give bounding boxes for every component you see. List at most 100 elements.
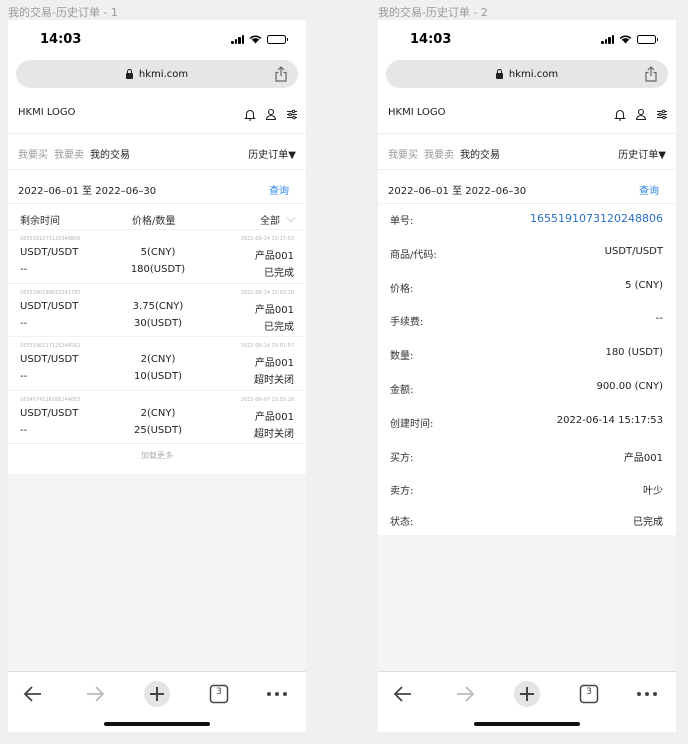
browser-url-area: hkmi.com bbox=[8, 58, 306, 94]
app-logo[interactable]: HKMI LOGO bbox=[18, 107, 76, 118]
frame-label: 我的交易-历史订单 - 1 bbox=[8, 6, 118, 19]
detail-value: 5 (CNY) bbox=[625, 279, 663, 291]
detail-label: 创建时间: bbox=[390, 418, 434, 430]
user-icon[interactable] bbox=[265, 106, 277, 121]
back-arrow-icon[interactable] bbox=[20, 681, 46, 707]
order-price: 2(CNY) bbox=[140, 354, 176, 365]
load-more-button[interactable]: 加载更多 bbox=[8, 444, 306, 474]
order-list-header: 剩余时间 价格/数量 全部 bbox=[8, 204, 306, 230]
detail-label: 手续费: bbox=[390, 317, 424, 329]
battery-icon bbox=[637, 34, 658, 44]
forward-arrow-icon[interactable] bbox=[82, 681, 108, 707]
column-price-quantity: 价格/数量 bbox=[132, 216, 176, 227]
battery-icon bbox=[267, 34, 288, 44]
order-time: 2022-06-07 11:55:16 bbox=[240, 396, 294, 403]
detail-value: 900.00 (CNY) bbox=[596, 380, 663, 392]
order-row[interactable]: 1655190117125246562 2022-06-14 15:01:57 … bbox=[8, 337, 306, 391]
date-filter-row: 2022–06–01 至 2022–06–30 查询 bbox=[8, 170, 306, 204]
tab-sell[interactable]: 我要卖 bbox=[424, 146, 454, 161]
order-price: 2(CNY) bbox=[140, 407, 176, 419]
tab-buy[interactable]: 我要买 bbox=[388, 146, 418, 161]
order-row[interactable]: 1655190190622241787 2022-06-14 15:03:10 … bbox=[8, 284, 306, 337]
detail-row-fee: 手续费: -- bbox=[378, 305, 676, 339]
detail-value: 2022-06-14 15:17:53 bbox=[556, 414, 663, 426]
home-indicator[interactable] bbox=[104, 722, 210, 726]
order-history-dropdown[interactable]: 历史订单▼ bbox=[248, 146, 296, 161]
detail-label: 商品/代码: bbox=[390, 249, 437, 261]
address-bar[interactable]: hkmi.com bbox=[16, 60, 298, 88]
settings-sliders-icon[interactable] bbox=[656, 106, 668, 120]
order-quantity: 30(USDT) bbox=[133, 317, 182, 329]
address-bar[interactable]: hkmi.com bbox=[386, 60, 668, 88]
browser-toolbar: 3 bbox=[8, 671, 306, 732]
detail-row-amount: 金额: 900.00 (CNY) bbox=[378, 373, 676, 407]
query-button[interactable]: 查询 bbox=[639, 182, 659, 197]
status-bar: 14:03 bbox=[8, 20, 306, 58]
chevron-down-icon bbox=[286, 213, 296, 223]
order-id: 1654574116166244852 bbox=[20, 396, 81, 403]
status-bar: 14:03 bbox=[378, 20, 676, 58]
order-id: 1655191073120248806 bbox=[20, 236, 81, 242]
date-range-field[interactable]: 2022–06–01 至 2022–06–30 bbox=[388, 182, 526, 197]
lock-icon bbox=[495, 68, 503, 79]
tab-sell[interactable]: 我要卖 bbox=[54, 146, 84, 161]
tab-my-trades[interactable]: 我的交易 bbox=[90, 146, 130, 161]
order-id: 1655190190622241787 bbox=[20, 289, 81, 296]
tabs-count: 3 bbox=[586, 687, 592, 697]
browser-url-area: hkmi.com bbox=[378, 58, 676, 94]
app-logo[interactable]: HKMI LOGO bbox=[388, 107, 446, 118]
order-time: 2022-06-14 15:17:53 bbox=[240, 236, 294, 242]
order-number-link[interactable]: 1655191073120248806 bbox=[530, 212, 663, 225]
tabs-count-icon[interactable]: 3 bbox=[576, 681, 602, 707]
new-tab-plus-icon[interactable] bbox=[514, 681, 540, 707]
tab-buy[interactable]: 我要买 bbox=[18, 146, 48, 161]
trade-tabs: 我要买 我要卖 我的交易 历史订单▼ bbox=[378, 134, 676, 170]
tabs-count: 3 bbox=[216, 687, 222, 697]
settings-sliders-icon[interactable] bbox=[286, 106, 298, 120]
share-icon[interactable] bbox=[644, 66, 658, 82]
more-menu-icon[interactable] bbox=[634, 681, 660, 707]
lock-icon bbox=[125, 68, 133, 79]
detail-value: 180 (USDT) bbox=[605, 347, 663, 359]
order-quantity: 25(USDT) bbox=[133, 424, 182, 436]
url-text: hkmi.com bbox=[138, 68, 189, 80]
share-icon[interactable] bbox=[274, 66, 288, 82]
phone-frame-order-detail: 14:03 hkmi.com HKMI LOGO 我要买 我要卖 我的交易 历史… bbox=[378, 20, 676, 732]
order-remaining: -- bbox=[20, 264, 28, 275]
browser-toolbar: 3 bbox=[378, 671, 676, 732]
new-tab-plus-icon[interactable] bbox=[144, 681, 170, 707]
bell-icon[interactable] bbox=[244, 106, 256, 121]
back-arrow-icon[interactable] bbox=[390, 681, 416, 707]
order-row[interactable]: 1655191073120248806 2022-06-14 15:17:53 … bbox=[8, 230, 306, 284]
frame-label: 我的交易-历史订单 - 2 bbox=[378, 6, 488, 19]
order-list: 剩余时间 价格/数量 全部 1655191073120248806 2022-0… bbox=[8, 204, 306, 474]
detail-row-quantity: 数量: 180 (USDT) bbox=[378, 339, 676, 373]
query-button[interactable]: 查询 bbox=[269, 182, 289, 197]
detail-row-status: 状态: 已完成 bbox=[378, 505, 676, 535]
order-row[interactable]: 1654574116166244852 2022-06-07 11:55:16 … bbox=[8, 391, 306, 444]
detail-label: 金额: bbox=[390, 384, 414, 396]
bell-icon[interactable] bbox=[614, 106, 626, 121]
date-range-field[interactable]: 2022–06–01 至 2022–06–30 bbox=[18, 182, 156, 197]
detail-label: 单号: bbox=[390, 216, 414, 227]
order-status: 已完成 bbox=[264, 321, 294, 333]
user-icon[interactable] bbox=[635, 106, 647, 121]
detail-row-created-time: 创建时间: 2022-06-14 15:17:53 bbox=[378, 407, 676, 441]
status-filter-dropdown[interactable]: 全部 bbox=[260, 212, 296, 227]
order-history-dropdown[interactable]: 历史订单▼ bbox=[618, 146, 666, 161]
order-price: 3.75(CNY) bbox=[132, 300, 184, 312]
order-detail: 单号: 1655191073120248806 商品/代码: USDT/USDT 价… bbox=[378, 204, 676, 536]
detail-value: 叶少 bbox=[643, 486, 663, 498]
url-text: hkmi.com bbox=[508, 68, 559, 80]
more-menu-icon[interactable] bbox=[264, 681, 290, 707]
detail-row-price: 价格: 5 (CNY) bbox=[378, 272, 676, 306]
system-icons bbox=[601, 34, 658, 44]
forward-arrow-icon[interactable] bbox=[452, 681, 478, 707]
tabs-count-icon[interactable]: 3 bbox=[206, 681, 232, 707]
tab-my-trades[interactable]: 我的交易 bbox=[460, 146, 500, 161]
detail-row-order-number: 单号: 1655191073120248806 bbox=[378, 204, 676, 238]
order-pair: USDT/USDT bbox=[20, 300, 79, 312]
order-status: 已完成 bbox=[264, 268, 294, 279]
detail-label: 数量: bbox=[390, 351, 414, 363]
home-indicator[interactable] bbox=[474, 722, 580, 726]
